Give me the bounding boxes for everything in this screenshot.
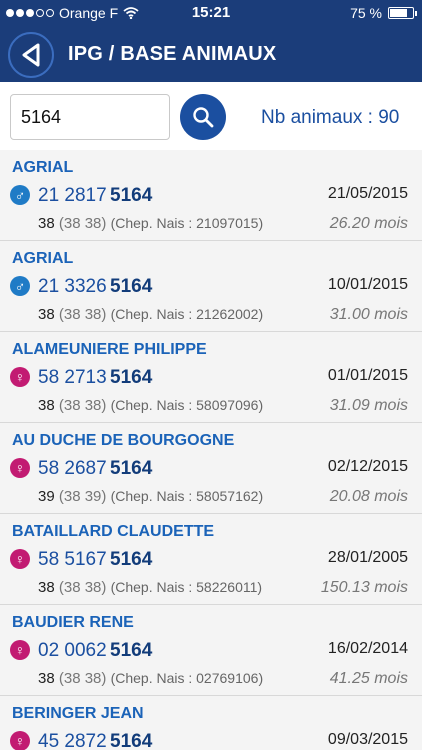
- owner-name: AGRIAL: [12, 159, 74, 176]
- dept-range: (38 38): [58, 579, 107, 596]
- animal-number: 02 0062: [38, 640, 107, 661]
- dept-range: (38 38): [58, 670, 107, 687]
- birth-farm: (Chep. Nais : 21097015): [110, 215, 264, 231]
- animal-meta: 38 (38 38) (Chep. Nais : 58097096): [38, 397, 263, 414]
- animal-number: 21 3326: [38, 276, 107, 297]
- dept-code: 38: [38, 397, 55, 414]
- animal-number: 58 2687: [38, 458, 107, 479]
- birth-date: 01/01/2015: [327, 367, 408, 384]
- dept-code: 38: [38, 670, 55, 687]
- dept-range: (38 38): [58, 397, 107, 414]
- owner-name: ALAMEUNIERE PHILIPPE: [12, 341, 207, 358]
- animal-code: 5164: [110, 731, 153, 750]
- animal-age: 31.00 mois: [329, 306, 408, 323]
- birth-farm: (Chep. Nais : 58057162): [110, 488, 264, 504]
- navigation-bar: IPG / BASE ANIMAUX: [0, 26, 422, 82]
- female-symbol-icon: ♀: [10, 731, 30, 750]
- search-icon: [193, 107, 214, 128]
- status-right: 75 %: [350, 5, 417, 21]
- dept-code: 38: [38, 579, 55, 596]
- animal-count: Nb animaux : 90: [261, 107, 400, 128]
- birth-farm: (Chep. Nais : 58097096): [110, 397, 264, 413]
- female-symbol-icon: ♀: [10, 549, 30, 569]
- dept-range: (38 38): [58, 306, 107, 323]
- male-symbol-icon: ♂: [10, 185, 30, 205]
- dept-code: 38: [38, 306, 55, 323]
- animal-age: 26.20 mois: [329, 215, 408, 232]
- animal-list-item[interactable]: AU DUCHE DE BOURGOGNE ♀ 58 2687 5164 02/12/2…: [0, 423, 422, 514]
- page-title: IPG / BASE ANIMAUX: [68, 43, 277, 65]
- animal-age: 20.08 mois: [329, 488, 408, 505]
- owner-name: BAUDIER RENE: [12, 614, 134, 631]
- male-symbol-icon: ♂: [10, 276, 30, 296]
- animal-code: 5164: [110, 458, 153, 479]
- animal-code: 5164: [110, 276, 153, 297]
- back-arrow-icon: [22, 43, 40, 67]
- birth-date: 10/01/2015: [327, 276, 408, 293]
- animal-list-item[interactable]: ALAMEUNIERE PHILIPPE ♀ 58 2713 5164 01/01/20…: [0, 332, 422, 423]
- animal-number: 58 5167: [38, 549, 107, 570]
- search-input[interactable]: [10, 94, 170, 140]
- animal-number: 58 2713: [38, 367, 107, 388]
- animal-list-item[interactable]: BAUDIER RENE ♀ 02 0062 5164 16/02/2014 38 (38…: [0, 605, 422, 696]
- animal-meta: 39 (38 39) (Chep. Nais : 58057162): [38, 488, 263, 505]
- animal-list-item[interactable]: BATAILLARD CLAUDETTE ♀ 58 5167 5164 28/01/20…: [0, 514, 422, 605]
- dept-code: 38: [38, 215, 55, 232]
- animal-list-item[interactable]: BERINGER JEAN ♀ 45 2872 5164 09/03/2015: [0, 696, 422, 750]
- search-button[interactable]: [180, 94, 226, 140]
- dept-range: (38 38): [58, 215, 107, 232]
- dept-range: (38 39): [58, 488, 107, 505]
- battery-icon: [388, 7, 417, 19]
- back-button[interactable]: [8, 32, 54, 78]
- owner-name: AGRIAL: [12, 250, 74, 267]
- birth-date: 21/05/2015: [327, 185, 408, 202]
- female-symbol-icon: ♀: [10, 367, 30, 387]
- animal-meta: 38 (38 38) (Chep. Nais : 21262002): [38, 306, 263, 323]
- animal-age: 150.13 mois: [320, 579, 408, 596]
- animal-age: 41.25 mois: [329, 670, 408, 687]
- owner-name: AU DUCHE DE BOURGOGNE: [12, 432, 235, 449]
- owner-name: BATAILLARD CLAUDETTE: [12, 523, 215, 540]
- owner-name: BERINGER JEAN: [12, 705, 144, 722]
- animal-list-item[interactable]: AGRIAL ♂ 21 2817 5164 21/05/2015 38 (38 38) (…: [0, 150, 422, 241]
- animal-list-item[interactable]: AGRIAL ♂ 21 3326 5164 10/01/2015 38 (38 38) (…: [0, 241, 422, 332]
- dept-code: 39: [38, 488, 55, 505]
- birth-date: 16/02/2014: [327, 640, 408, 657]
- birth-date: 02/12/2015: [327, 458, 408, 475]
- animal-code: 5164: [110, 185, 153, 206]
- animal-number: 45 2872: [38, 731, 107, 750]
- animal-age: 31.09 mois: [329, 397, 408, 414]
- female-symbol-icon: ♀: [10, 640, 30, 660]
- female-symbol-icon: ♀: [10, 458, 30, 478]
- birth-farm: (Chep. Nais : 58226011): [110, 579, 263, 595]
- animal-code: 5164: [110, 549, 153, 570]
- search-bar: Nb animaux : 90: [0, 82, 422, 150]
- birth-date: 28/01/2005: [327, 549, 408, 566]
- animal-list: AGRIAL ♂ 21 2817 5164 21/05/2015 38 (38 38) (…: [0, 150, 422, 750]
- animal-meta: 38 (38 38) (Chep. Nais : 02769106): [38, 670, 263, 687]
- animal-number: 21 2817: [38, 185, 107, 206]
- birth-date: 09/03/2015: [327, 731, 408, 748]
- status-bar: Orange F 15:21 75 %: [0, 0, 422, 26]
- battery-percent: 75 %: [350, 5, 382, 21]
- animal-meta: 38 (38 38) (Chep. Nais : 21097015): [38, 215, 263, 232]
- animal-meta: 38 (38 38) (Chep. Nais : 58226011): [38, 579, 262, 596]
- animal-code: 5164: [110, 367, 153, 388]
- animal-code: 5164: [110, 640, 153, 661]
- birth-farm: (Chep. Nais : 21262002): [110, 306, 264, 322]
- birth-farm: (Chep. Nais : 02769106): [110, 670, 264, 686]
